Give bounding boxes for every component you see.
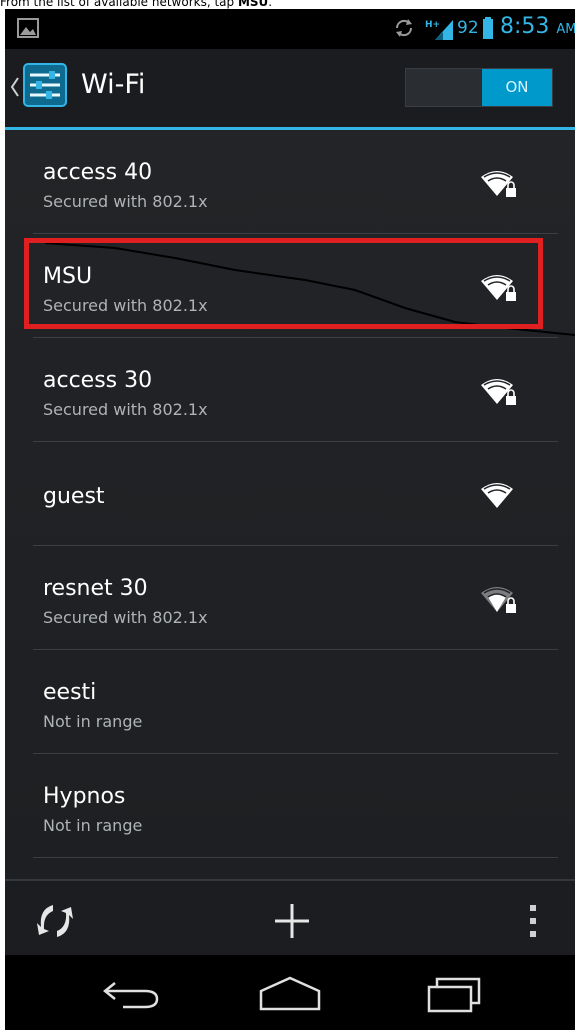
battery-icon xyxy=(483,17,493,39)
bottom-action-bar xyxy=(5,879,575,957)
back-icon[interactable] xyxy=(101,977,161,1011)
highlight-box xyxy=(24,238,543,329)
sync-icon xyxy=(395,19,413,37)
caption-suffix: . xyxy=(268,0,273,9)
scan-icon[interactable] xyxy=(35,901,75,941)
up-caret-icon[interactable] xyxy=(9,75,21,99)
recent-apps-icon[interactable] xyxy=(425,973,483,1013)
home-icon[interactable] xyxy=(257,975,323,1013)
instruction-caption: From the list of available networks, tap… xyxy=(0,0,575,9)
hplus-signal-icon: H+ xyxy=(425,20,453,40)
picture-icon xyxy=(17,18,39,38)
status-bar: H+ 92 8:53 AM xyxy=(5,9,575,49)
wifi-toggle[interactable]: ON xyxy=(405,68,553,107)
clock-ampm: AM xyxy=(556,22,575,37)
clock: 8:53 AM xyxy=(500,14,575,39)
wifi-settings-app-icon[interactable] xyxy=(23,63,67,107)
toggle-on-label: ON xyxy=(482,69,552,106)
page-title: Wi-Fi xyxy=(81,69,146,100)
overflow-menu-icon[interactable] xyxy=(525,901,541,941)
phone-screen: H+ 92 8:53 AM Wi-Fi ON access 40 Secured… xyxy=(5,9,575,1030)
clock-time: 8:53 xyxy=(500,14,550,39)
battery-percent: 92 xyxy=(457,18,479,38)
action-bar: Wi-Fi ON xyxy=(5,49,575,130)
svg-text:H+: H+ xyxy=(425,20,440,30)
caption-prefix: From the list of available networks, tap xyxy=(0,0,238,9)
navigation-bar xyxy=(5,955,575,1030)
add-network-icon[interactable] xyxy=(272,901,312,941)
caption-bold: MSU xyxy=(237,0,269,9)
